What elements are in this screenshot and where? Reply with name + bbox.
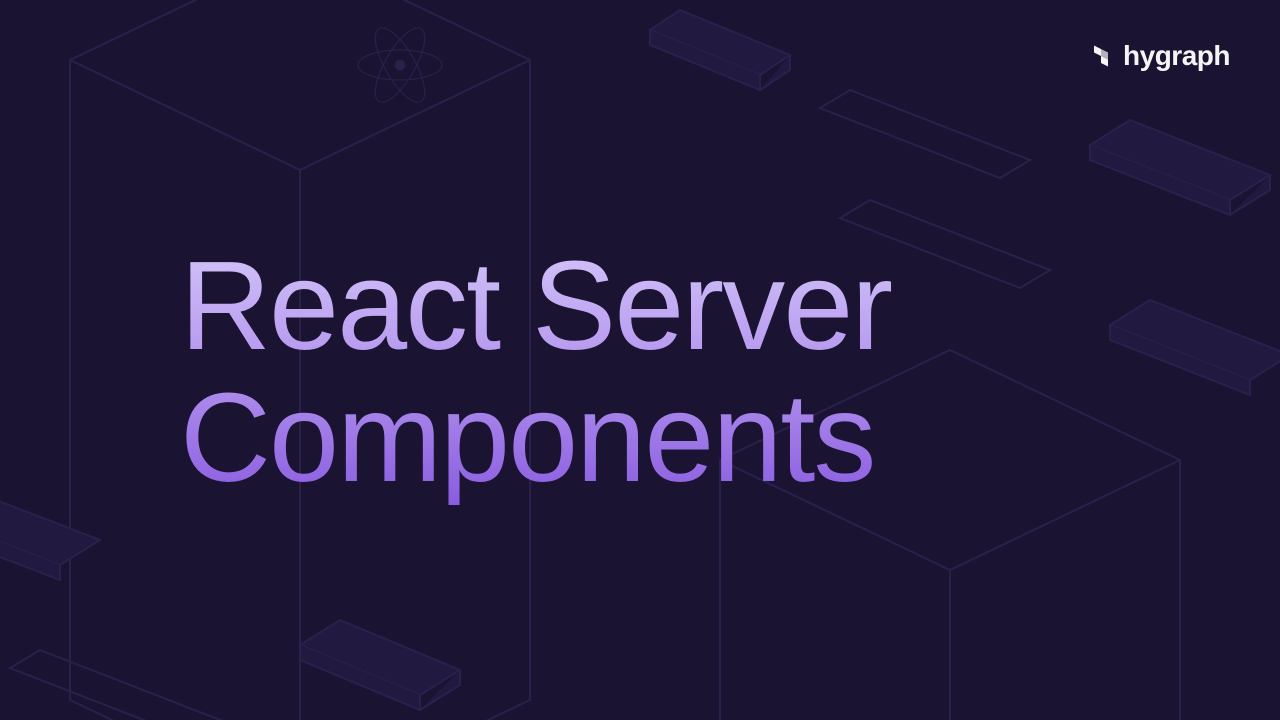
brand-logo: hygraph [1087,40,1230,72]
hygraph-logo-icon [1087,42,1115,70]
hero-line-2: Components [180,367,874,508]
hero-line-1: React Server [180,235,891,376]
brand-name: hygraph [1123,40,1230,72]
hero-title: React Server Components [180,240,891,505]
